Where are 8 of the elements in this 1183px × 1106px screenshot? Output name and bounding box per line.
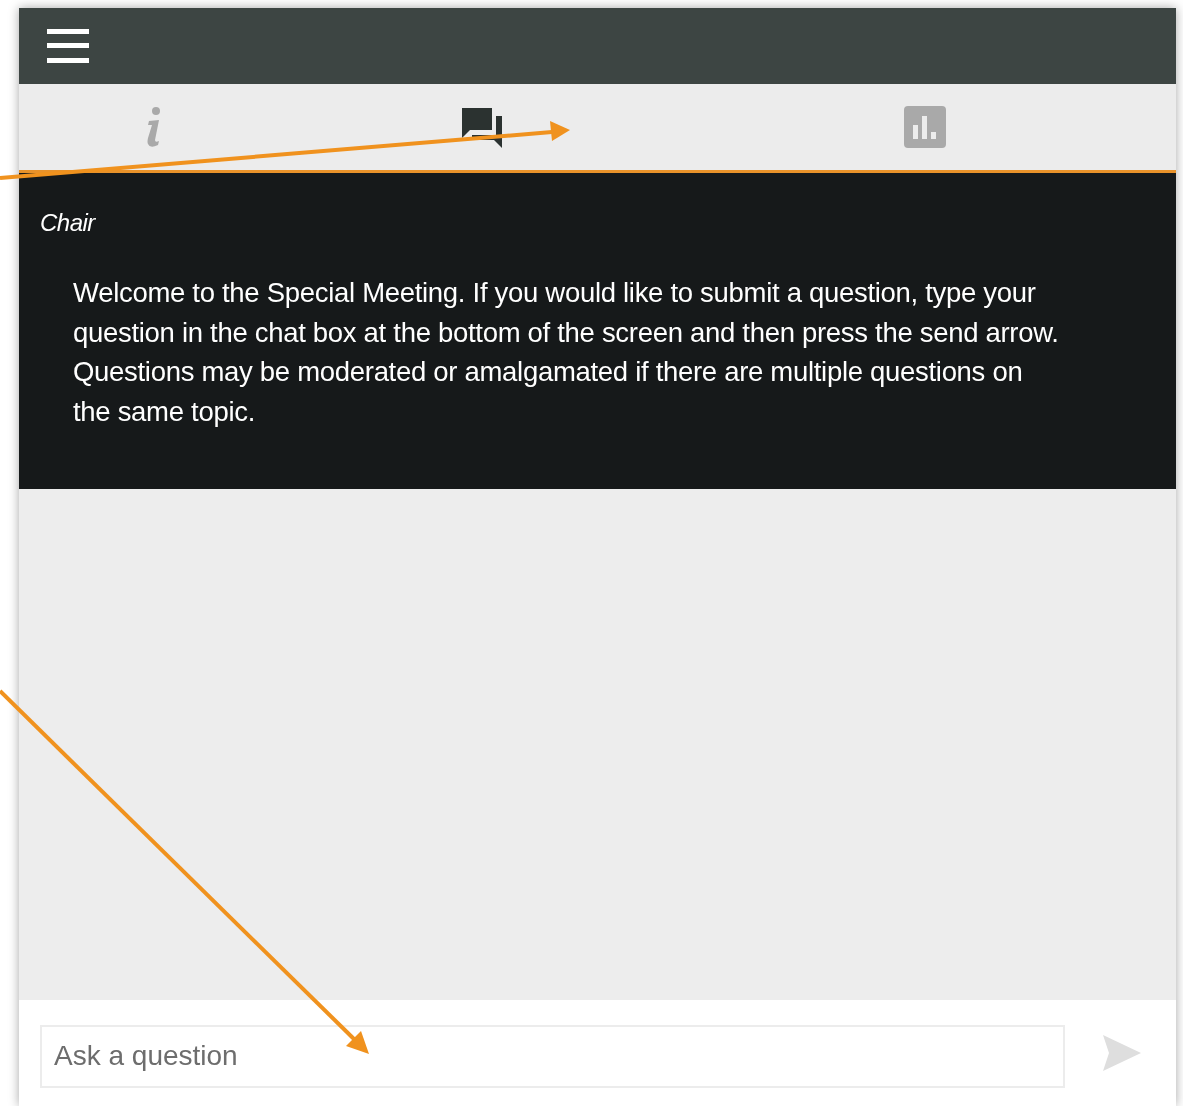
message-text: Welcome to the Special Meeting. If you would like to submit a question, type your question in the chat box at the bottom of the screen and then press the send arrow. Questions may be moderated or amalgamated if there are multiple questions on the same topic. <box>73 276 1060 429</box>
menu-icon[interactable] <box>47 29 89 63</box>
send-icon[interactable] <box>1103 1035 1141 1071</box>
sender-name: Chair <box>40 209 97 237</box>
info-icon[interactable] <box>145 106 163 148</box>
bar-chart-icon[interactable] <box>904 106 947 148</box>
question-field[interactable]: Ask a question <box>40 1024 1065 1088</box>
chat-icon[interactable] <box>459 106 504 148</box>
